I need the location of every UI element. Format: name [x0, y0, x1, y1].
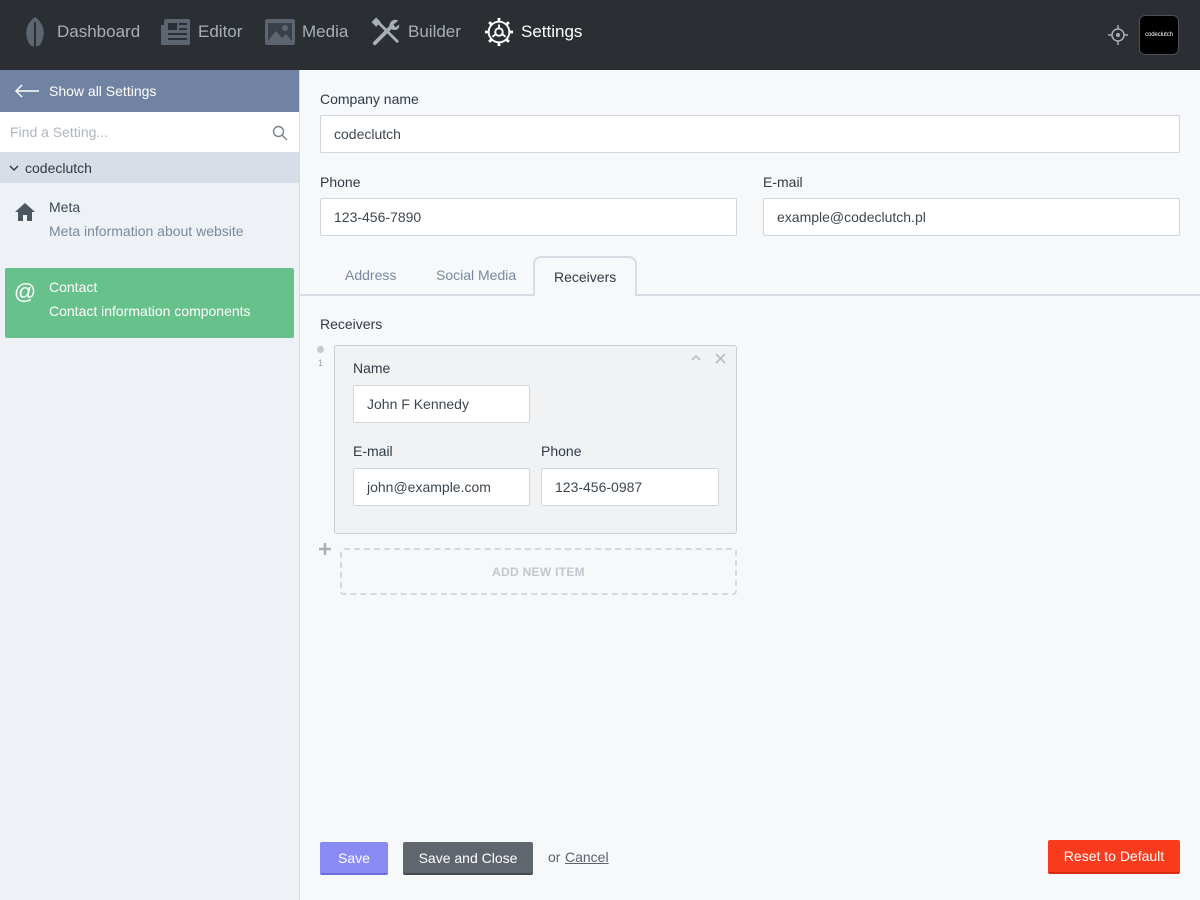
- tab-social-media[interactable]: Social Media: [436, 256, 516, 294]
- settings-group-header[interactable]: codeclutch: [0, 152, 299, 183]
- settings-form: Company name Phone E-mail Address Social…: [300, 70, 1200, 900]
- tab-address[interactable]: Address: [345, 256, 396, 294]
- sidebar-item-title: Contact: [49, 279, 98, 295]
- cancel-link[interactable]: Cancel: [565, 849, 609, 865]
- receiver-name-input[interactable]: [353, 385, 530, 423]
- gear-icon: [484, 15, 514, 49]
- settings-search-input[interactable]: [0, 112, 262, 152]
- sidebar-item-meta[interactable]: Meta Meta information about website: [5, 188, 294, 258]
- show-all-settings-button[interactable]: Show all Settings: [0, 70, 299, 112]
- receivers-section-label: Receivers: [320, 316, 383, 332]
- close-icon[interactable]: [715, 353, 726, 364]
- add-new-item-button[interactable]: ADD NEW ITEM: [340, 548, 737, 595]
- sidebar-item-description: Meta information about website: [49, 223, 244, 239]
- save-button[interactable]: Save: [320, 842, 388, 875]
- receiver-name-label: Name: [353, 360, 391, 376]
- sidebar-item-description: Contact information components: [49, 303, 251, 319]
- receiver-item-card: Name E-mail Phone: [334, 345, 737, 534]
- top-navigation-bar: Dashboard Editor Media Builder Settings …: [0, 0, 1200, 70]
- nav-media[interactable]: Media: [265, 14, 348, 50]
- nav-settings-label: Settings: [521, 22, 583, 41]
- leaf-icon: [20, 15, 50, 49]
- email-input[interactable]: [763, 198, 1180, 236]
- nav-dashboard[interactable]: Dashboard: [20, 14, 140, 50]
- settings-group-label: codeclutch: [25, 159, 92, 176]
- add-new-item-label: ADD NEW ITEM: [492, 564, 585, 579]
- company-name-label: Company name: [320, 91, 419, 107]
- nav-media-label: Media: [302, 22, 349, 41]
- search-icon[interactable]: [272, 125, 288, 141]
- tab-receivers[interactable]: Receivers: [533, 256, 638, 296]
- email-label: E-mail: [763, 174, 803, 190]
- at-icon: @: [13, 279, 37, 304]
- phone-label: Phone: [320, 174, 361, 190]
- item-index: 1: [318, 358, 324, 368]
- sidebar-item-title: Meta: [49, 199, 81, 215]
- chevron-up-icon[interactable]: [690, 352, 702, 364]
- receiver-email-input[interactable]: [353, 468, 530, 506]
- user-avatar[interactable]: codeclutch: [1139, 15, 1179, 55]
- receiver-email-label: E-mail: [353, 443, 393, 459]
- phone-input[interactable]: [320, 198, 737, 236]
- chevron-down-icon: [9, 165, 19, 171]
- show-all-settings-label: Show all Settings: [49, 83, 157, 99]
- save-and-close-button[interactable]: Save and Close: [403, 842, 533, 875]
- reset-to-default-button[interactable]: Reset to Default: [1048, 840, 1180, 874]
- home-icon: [13, 200, 37, 224]
- or-text: or: [548, 849, 561, 865]
- image-icon: [265, 15, 295, 49]
- newspaper-icon: [161, 15, 191, 49]
- sidebar-item-contact[interactable]: @ Contact Contact information components: [5, 268, 294, 338]
- settings-search: [0, 112, 299, 152]
- settings-sidebar: Show all Settings codeclutch Meta Meta i…: [0, 70, 300, 900]
- receiver-phone-label: Phone: [541, 443, 582, 459]
- nav-editor[interactable]: Editor: [161, 14, 242, 50]
- plus-icon[interactable]: [319, 543, 331, 555]
- nav-builder[interactable]: Builder: [371, 14, 461, 50]
- nav-editor-label: Editor: [198, 22, 243, 41]
- nav-dashboard-label: Dashboard: [57, 22, 141, 41]
- tabs-divider: [300, 294, 1200, 296]
- arrow-left-icon: [14, 84, 39, 98]
- avatar-logo-text: codeclutch: [1145, 32, 1173, 38]
- tools-icon: [371, 15, 401, 49]
- nav-settings[interactable]: Settings: [484, 14, 582, 50]
- nav-builder-label: Builder: [408, 22, 461, 41]
- receiver-phone-input[interactable]: [541, 468, 719, 506]
- company-name-input[interactable]: [320, 115, 1180, 153]
- crosshair-icon[interactable]: [1106, 23, 1130, 47]
- drag-handle[interactable]: [317, 346, 324, 353]
